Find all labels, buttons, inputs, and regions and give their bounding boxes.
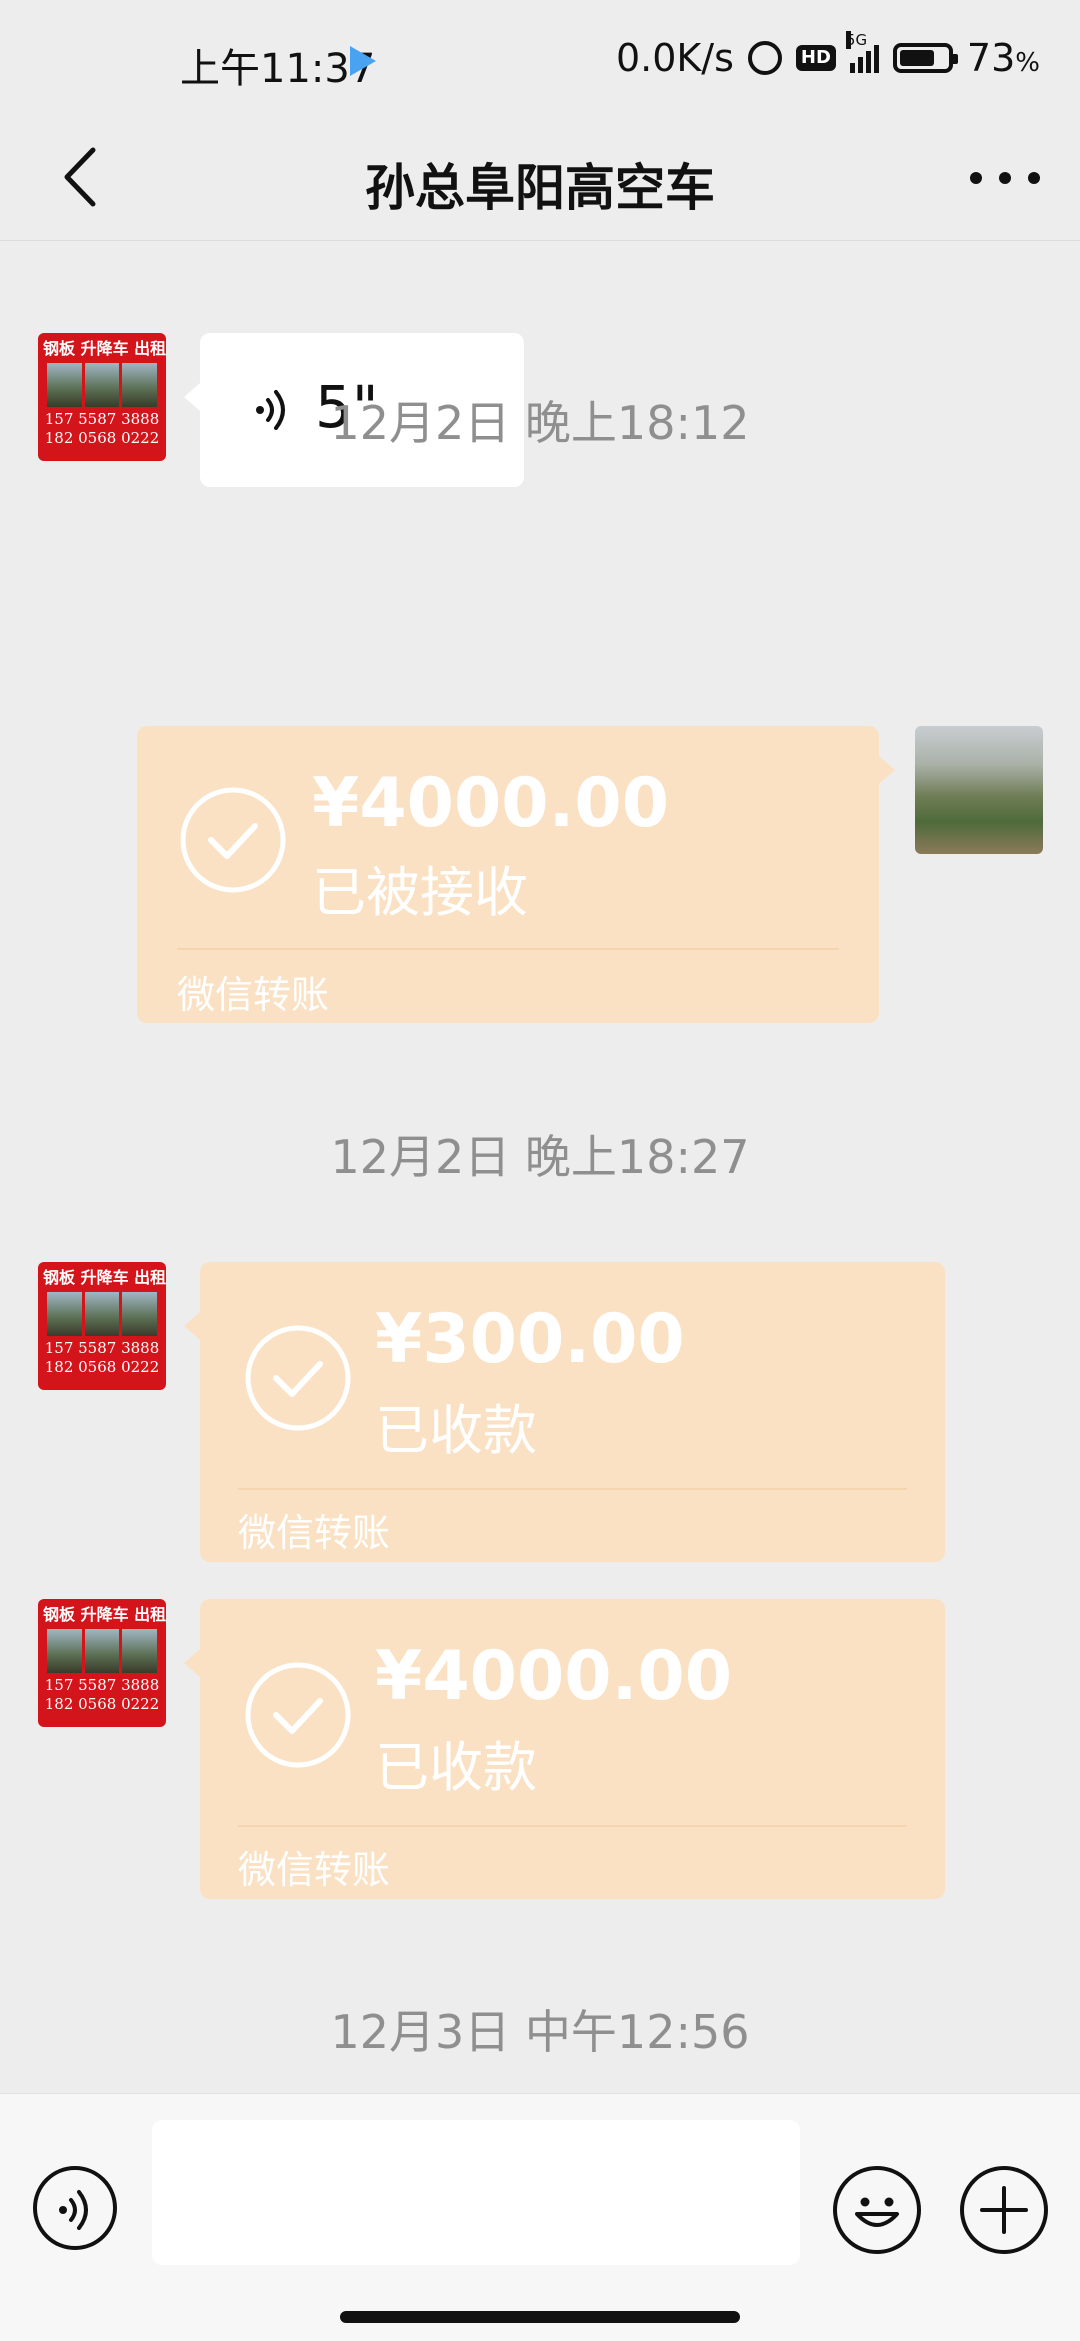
alarm-icon bbox=[747, 41, 782, 75]
network-speed: 0.0K/s bbox=[615, 36, 734, 80]
transfer-separator bbox=[177, 948, 839, 950]
input-bar bbox=[0, 2093, 1080, 2341]
voice-toggle-icon[interactable] bbox=[33, 2166, 117, 2250]
transfer-separator bbox=[238, 1488, 907, 1490]
avatar-phone-2: 182 0568 0222 bbox=[44, 1695, 160, 1713]
contact-avatar[interactable]: 钢板 升降车 出租 157 5587 3888 182 0568 0222 bbox=[38, 1599, 166, 1727]
battery-percent-unit: % bbox=[1015, 48, 1040, 78]
avatar-text: 钢板 升降车 出租 bbox=[43, 1605, 166, 1624]
time-divider-3: 12月3日 中午12:56 bbox=[330, 2005, 750, 2059]
transfer-status: 已收款 bbox=[375, 1736, 537, 1799]
more-dots-icon[interactable] bbox=[970, 158, 1040, 198]
transfer-amount: ¥300.00 bbox=[375, 1300, 685, 1379]
home-indicator[interactable] bbox=[340, 2311, 740, 2323]
check-circle-icon bbox=[245, 1662, 351, 1768]
status-icons: 0.0K/s HD 5G 73% bbox=[615, 31, 1040, 80]
time-divider-2: 12月2日 晚上18:27 bbox=[330, 1130, 750, 1184]
transfer-label: 微信转账 bbox=[238, 1511, 391, 1555]
transfer-separator bbox=[238, 1825, 907, 1827]
battery-percent-value: 73 bbox=[966, 36, 1016, 80]
play-store-icon bbox=[350, 46, 376, 76]
transfer-status: 已收款 bbox=[375, 1399, 537, 1462]
avatar-text: 钢板 升降车 出租 bbox=[43, 1268, 166, 1287]
avatar-photos bbox=[47, 1629, 158, 1673]
transfer-amount: ¥4000.00 bbox=[375, 1637, 733, 1716]
avatar-phone-1: 157 5587 3888 bbox=[44, 1339, 160, 1357]
time-divider-1: 12月2日 晚上18:12 bbox=[330, 396, 750, 450]
status-bar: 上午11:37 0.0K/s HD 5G 73% bbox=[0, 0, 1080, 120]
transfer-label: 微信转账 bbox=[177, 973, 330, 1017]
emoji-icon[interactable] bbox=[833, 2166, 921, 2254]
message-list[interactable]: 钢板 升降车 出租 157 5587 3888 182 0568 0222 5"… bbox=[0, 241, 1080, 2093]
page-title: 孙总阜阳高空车 bbox=[365, 159, 715, 217]
avatar-text: 钢板 升降车 出租 bbox=[43, 339, 166, 358]
battery-icon bbox=[892, 43, 958, 73]
plus-icon[interactable] bbox=[960, 2166, 1048, 2254]
avatar-photos bbox=[47, 1292, 158, 1336]
transfer-status: 已被接收 bbox=[312, 861, 528, 924]
battery-percent: 73% bbox=[967, 36, 1040, 80]
signal-icon: 5G bbox=[845, 31, 879, 73]
transfer-amount: ¥4000.00 bbox=[312, 764, 670, 843]
transfer-label: 微信转账 bbox=[238, 1848, 391, 1892]
check-circle-icon bbox=[245, 1325, 351, 1431]
hd-icon: HD bbox=[795, 45, 836, 71]
avatar-phone-1: 157 5587 3888 bbox=[44, 1676, 160, 1694]
transfer-message[interactable]: ¥300.00 已收款 微信转账 bbox=[184, 1262, 945, 1562]
transfer-message[interactable]: ¥4000.00 已收款 微信转账 bbox=[184, 1599, 945, 1899]
message-input[interactable] bbox=[152, 2120, 800, 2265]
my-avatar[interactable] bbox=[915, 726, 1043, 854]
avatar-phone-2: 182 0568 0222 bbox=[44, 1358, 160, 1376]
chat-header: 孙总阜阳高空车 bbox=[0, 120, 1080, 241]
contact-avatar[interactable]: 钢板 升降车 出租 157 5587 3888 182 0568 0222 bbox=[38, 1262, 166, 1390]
battery-level-fill bbox=[899, 50, 934, 66]
network-type: 5G bbox=[845, 31, 868, 49]
transfer-message[interactable]: ¥4000.00 已被接收 微信转账 bbox=[137, 726, 895, 1023]
check-circle-icon bbox=[180, 787, 286, 893]
status-time: 上午11:37 bbox=[180, 46, 376, 92]
